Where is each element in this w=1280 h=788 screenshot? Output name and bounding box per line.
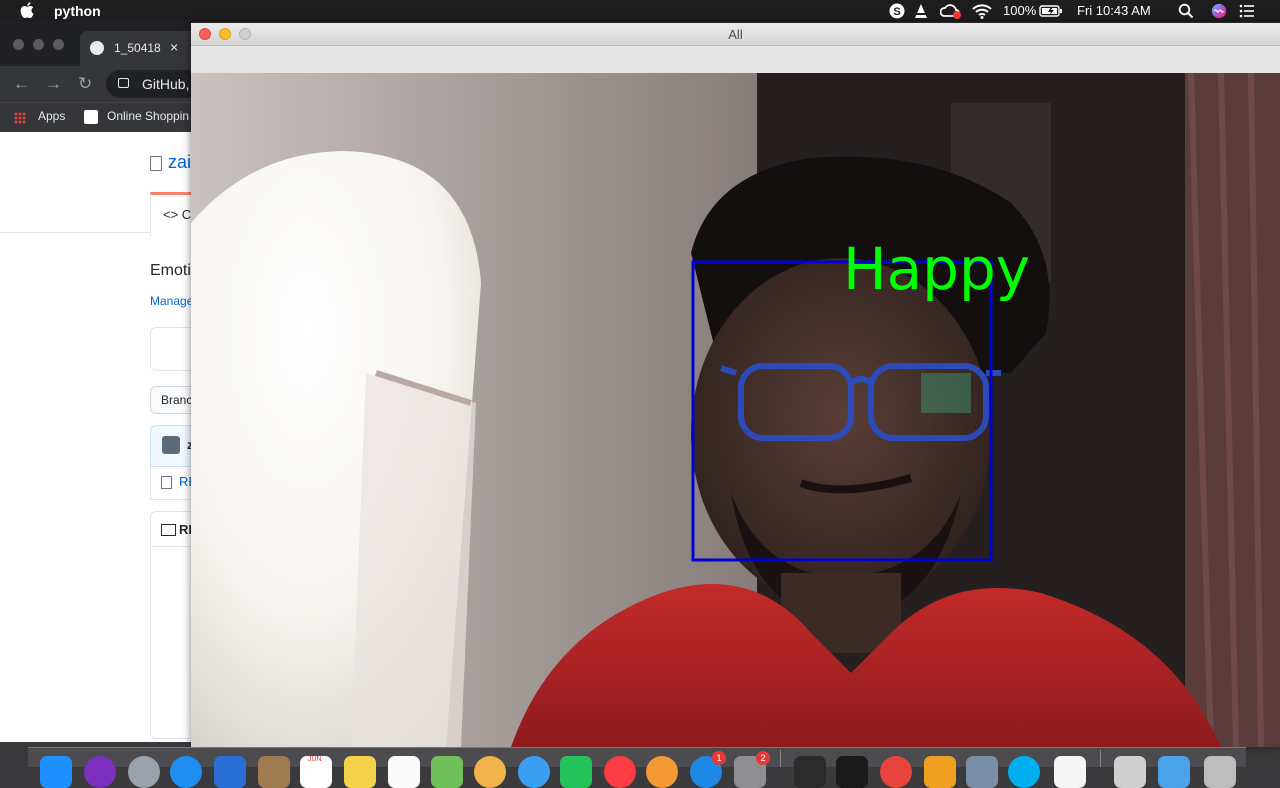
amazon-icon <box>84 110 98 124</box>
file-icon <box>161 476 172 489</box>
forward-arrow-icon[interactable]: → <box>45 74 62 94</box>
siri-dock-icon[interactable] <box>84 756 116 788</box>
window-toolbar <box>191 46 1280 74</box>
branch-selector-label: Branc <box>161 393 192 407</box>
terminal-icon[interactable] <box>836 756 868 788</box>
creative-cloud-icon[interactable] <box>940 3 962 19</box>
skype-dock-icon[interactable] <box>1008 756 1040 788</box>
books-icon[interactable] <box>646 756 678 788</box>
photos-icon[interactable] <box>474 756 506 788</box>
search-icon[interactable] <box>1178 3 1194 19</box>
apps-grid-icon <box>14 112 26 124</box>
contacts-icon[interactable] <box>258 756 290 788</box>
folder-icon[interactable] <box>1158 756 1190 788</box>
system-preferences-badge: 2 <box>756 751 770 765</box>
back-arrow-icon[interactable]: ← <box>13 74 30 94</box>
menu-bar: python S 100% Fri 10:43 AM <box>0 0 1280 22</box>
messages-icon[interactable] <box>518 756 550 788</box>
tab-code-label: <> C <box>163 207 192 222</box>
vlc-dock-icon[interactable] <box>924 756 956 788</box>
readme-header: RE <box>151 512 192 547</box>
latest-commit: z <box>150 425 192 467</box>
battery-icon[interactable] <box>1039 3 1063 19</box>
menu-bar-clock[interactable]: Fri 10:43 AM <box>1077 3 1151 18</box>
opencv-window: All Happy <box>191 23 1280 747</box>
avatar[interactable] <box>162 436 180 454</box>
preview-icon[interactable] <box>966 756 998 788</box>
dock-separator <box>1100 750 1101 767</box>
active-app-name[interactable]: python <box>54 3 101 19</box>
reminders-icon[interactable] <box>388 756 420 788</box>
siri-icon[interactable] <box>1210 3 1228 19</box>
repo-stats-box <box>150 327 192 371</box>
battery-percentage: 100% <box>1003 3 1037 18</box>
window-minimize-button[interactable] <box>33 39 44 50</box>
window-close-button[interactable] <box>13 39 24 50</box>
finder-icon[interactable] <box>40 756 72 788</box>
downloads-stack-icon[interactable] <box>1114 756 1146 788</box>
address-bar-url: GitHub, <box>142 76 190 92</box>
dock: JUN 1 2 <box>28 747 1246 788</box>
book-icon <box>161 524 176 536</box>
trash-icon[interactable] <box>1204 756 1236 788</box>
window-zoom-button[interactable] <box>53 39 64 50</box>
chrome-toolbar: ← → ↻ GitHub, <box>0 66 192 102</box>
file-row[interactable]: RE <box>150 465 192 500</box>
repo-name-link[interactable]: zai <box>168 152 191 173</box>
chrome-icon[interactable] <box>880 756 912 788</box>
webcam-image: Happy <box>191 73 1280 747</box>
mail-icon[interactable] <box>214 756 246 788</box>
window-titlebar[interactable]: All <box>191 23 1280 46</box>
facetime-icon[interactable] <box>560 756 592 788</box>
maps-icon[interactable] <box>431 756 463 788</box>
repo-icon <box>150 156 162 171</box>
notes-icon[interactable] <box>344 756 376 788</box>
bookmarks-bar: Apps Online Shoppin <box>0 102 192 133</box>
lock-icon <box>118 78 129 88</box>
wifi-icon[interactable] <box>972 3 992 19</box>
repo-description: Emoti <box>150 262 191 279</box>
github-page: zai <> C Emoti Manage Branc z RE RE <box>0 132 192 742</box>
readme-box: RE <box>150 511 192 739</box>
globe-icon <box>90 41 104 55</box>
calendar-icon[interactable]: JUN <box>300 756 332 788</box>
branch-selector[interactable]: Branc <box>150 386 192 414</box>
vlc-icon[interactable] <box>913 3 929 19</box>
window-title: All <box>728 27 743 42</box>
chrome-window: 1_50418 × ← → ↻ GitHub, Apps Online Shop… <box>0 22 192 742</box>
emotion-label: Happy <box>843 235 1030 303</box>
tab-title: 1_50418 <box>114 41 161 55</box>
app-store-badge: 1 <box>712 751 726 765</box>
activity-monitor-icon[interactable] <box>794 756 826 788</box>
skype-icon[interactable]: S <box>889 3 905 19</box>
address-bar[interactable]: GitHub, <box>106 70 192 98</box>
svg-text:S: S <box>893 6 900 18</box>
reload-icon[interactable]: ↻ <box>78 74 92 94</box>
control-center-icon[interactable] <box>1239 3 1255 19</box>
safari-icon[interactable] <box>170 756 202 788</box>
launchpad-icon[interactable] <box>128 756 160 788</box>
tab-code[interactable]: <> C <box>150 192 192 236</box>
calendar-month: JUN <box>308 756 322 763</box>
document-icon[interactable] <box>1054 756 1086 788</box>
manage-topics-link[interactable]: Manage <box>150 294 192 308</box>
bookmark-online-shopping[interactable]: Online Shoppin <box>107 109 189 123</box>
bookmark-apps[interactable]: Apps <box>38 109 65 123</box>
music-icon[interactable] <box>604 756 636 788</box>
dock-separator <box>780 750 781 767</box>
webcam-frame: Happy <box>191 73 1280 747</box>
apple-icon[interactable] <box>20 2 34 18</box>
